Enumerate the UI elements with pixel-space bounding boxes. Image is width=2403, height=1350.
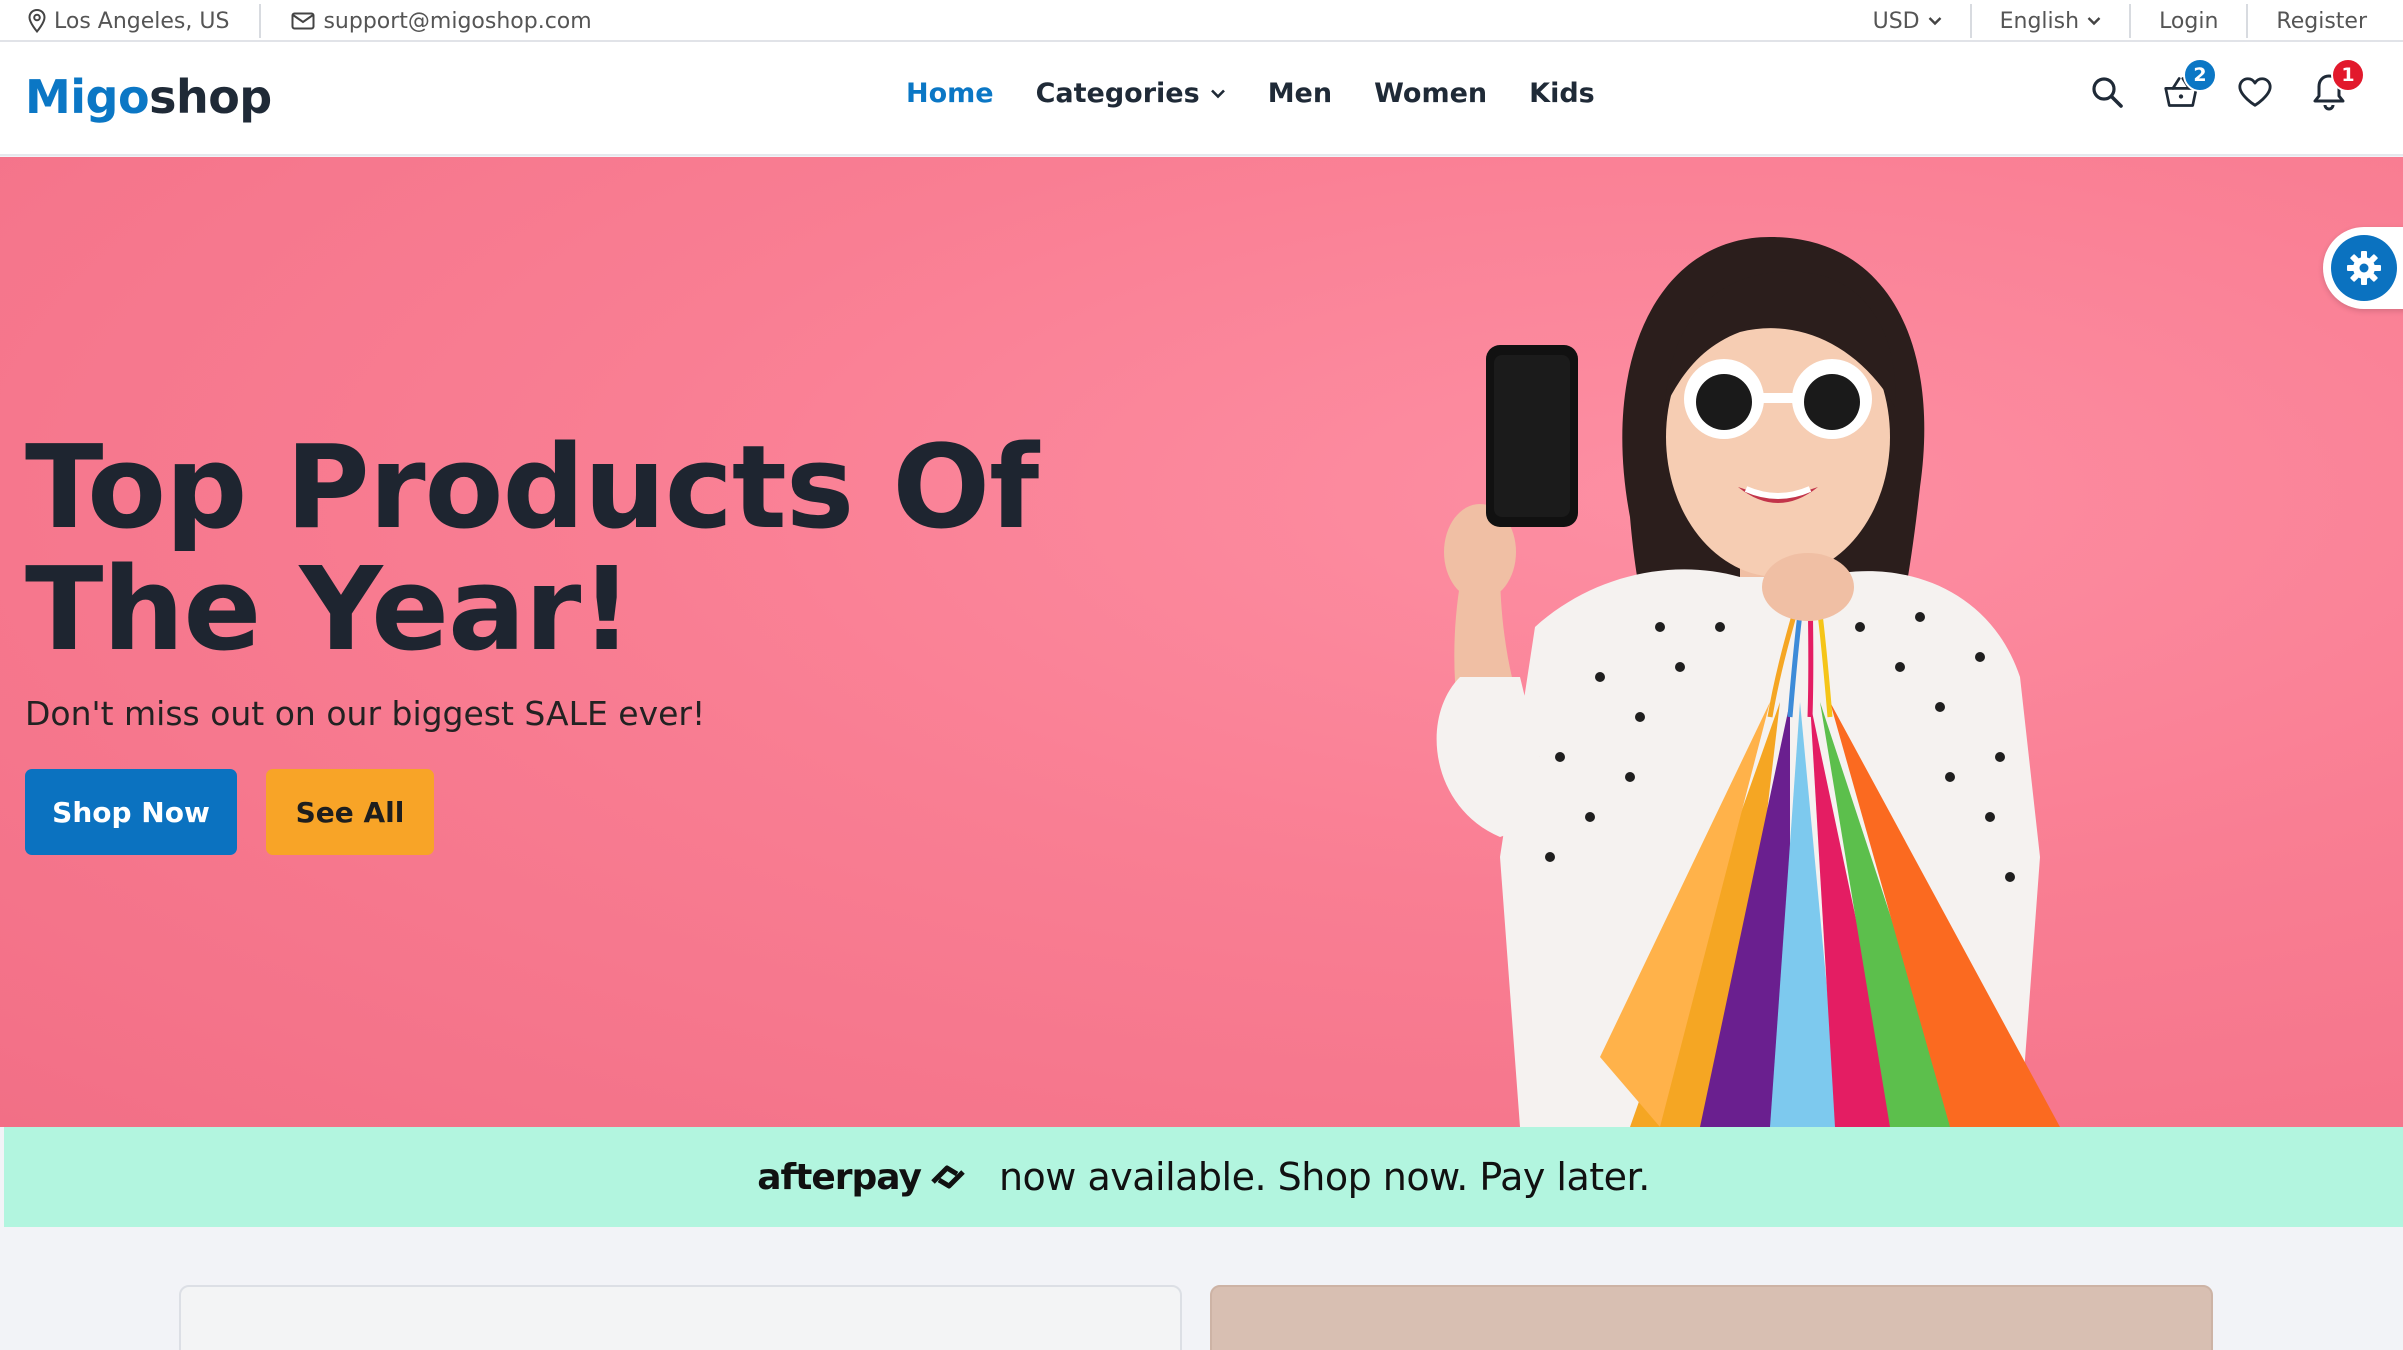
nav-men[interactable]: Men — [1268, 78, 1332, 109]
chevron-down-icon — [2087, 17, 2101, 26]
main-nav: Home Categories Men Women Kids — [906, 78, 1595, 109]
afterpay-brand-text: afterpay — [757, 1156, 922, 1198]
cart-count-badge: 2 — [2183, 58, 2217, 92]
afterpay-banner[interactable]: afterpay now available. Shop now. Pay la… — [4, 1127, 2403, 1227]
main-header: Migoshop Home Categories Men Women Kids … — [0, 42, 2403, 156]
hero-banner: Top Products Of The Year! Don't miss out… — [0, 157, 2403, 1127]
search-button[interactable] — [2089, 72, 2125, 112]
divider — [2246, 4, 2249, 38]
afterpay-logo-icon — [931, 1165, 965, 1189]
logo-part-1: Migo — [25, 70, 150, 124]
wishlist-button[interactable] — [2237, 72, 2273, 112]
register-link[interactable]: Register — [2276, 0, 2367, 42]
nav-home[interactable]: Home — [906, 78, 994, 109]
divider — [1969, 4, 1972, 38]
hero-image — [1436, 237, 2060, 1127]
promo-card-right[interactable] — [1210, 1285, 2213, 1350]
shop-now-button[interactable]: Shop Now — [25, 769, 237, 855]
nav-women[interactable]: Women — [1374, 78, 1487, 109]
language-select[interactable]: English — [2000, 0, 2101, 42]
currency-select[interactable]: USD — [1873, 0, 1942, 42]
site-logo[interactable]: Migoshop — [25, 70, 272, 124]
top-bar: Los Angeles, US support@migoshop.com USD… — [0, 0, 2403, 42]
login-link[interactable]: Login — [2159, 0, 2218, 42]
promo-card-left[interactable] — [179, 1285, 1182, 1350]
nav-categories[interactable]: Categories — [1036, 78, 1226, 109]
search-icon — [2092, 77, 2123, 108]
afterpay-message: now available. Shop now. Pay later. — [998, 1155, 1650, 1199]
hero-title: Top Products Of The Year! — [25, 427, 1039, 671]
cart-button[interactable]: 2 — [2163, 58, 2217, 112]
settings-toggle[interactable] — [2323, 227, 2403, 309]
location-pin-icon — [28, 9, 46, 33]
chevron-down-icon — [1928, 17, 1941, 26]
gear-icon — [2347, 251, 2381, 285]
afterpay-logo: afterpay — [757, 1157, 969, 1198]
hero-title-line-2: The Year! — [25, 543, 633, 677]
location-text: Los Angeles, US — [54, 8, 230, 34]
divider — [2129, 4, 2132, 38]
hero-subtitle: Don't miss out on our biggest SALE ever! — [25, 694, 706, 733]
nav-categories-label: Categories — [1035, 78, 1200, 109]
see-all-button[interactable]: See All — [266, 769, 434, 855]
logo-part-2: shop — [149, 70, 272, 124]
notification-count-badge: 1 — [2331, 58, 2365, 92]
email-link[interactable]: support@migoshop.com — [291, 0, 592, 42]
email-text: support@migoshop.com — [323, 8, 592, 34]
settings-button[interactable] — [2331, 235, 2397, 301]
currency-label: USD — [1872, 8, 1920, 34]
location-info: Los Angeles, US — [28, 0, 229, 42]
hero-title-line-1: Top Products Of — [25, 421, 1039, 555]
chevron-down-icon — [1210, 89, 1225, 99]
header-icons: 2 1 — [2089, 58, 2365, 112]
heart-icon — [2238, 77, 2272, 107]
nav-kids[interactable]: Kids — [1529, 78, 1595, 109]
divider — [259, 4, 262, 38]
mail-icon — [291, 12, 315, 30]
language-label: English — [1999, 8, 2080, 34]
notifications-button[interactable]: 1 — [2311, 58, 2365, 112]
